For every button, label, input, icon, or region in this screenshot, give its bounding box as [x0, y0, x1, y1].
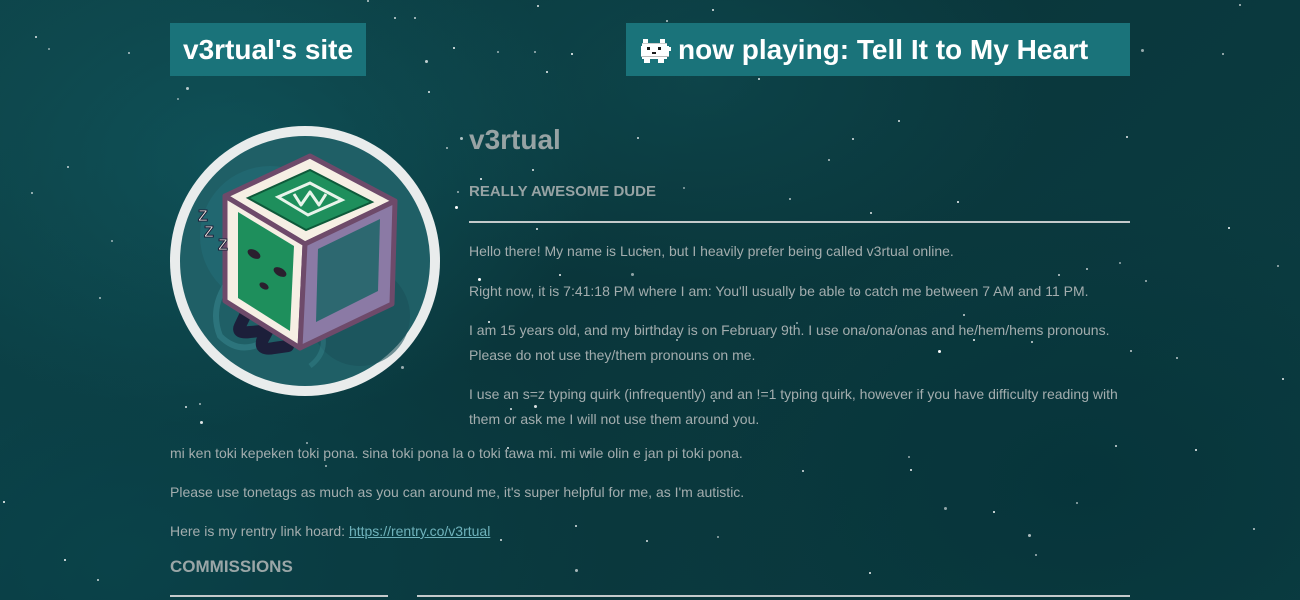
star [177, 98, 179, 100]
sleepy-green-cube-avatar[interactable]: Z Z Z [170, 126, 440, 396]
profile-section: v3rtual REALLY AWESOME DUDE Hello there!… [469, 120, 1130, 432]
star [1141, 49, 1144, 52]
star [200, 421, 203, 424]
intro-paragraph: Hello there! My name is Lucien, but I he… [469, 243, 954, 259]
star [367, 0, 369, 2]
star [534, 51, 536, 53]
star [460, 137, 463, 140]
star [3, 501, 5, 503]
star [199, 403, 201, 405]
star [99, 297, 101, 299]
star [1145, 280, 1147, 282]
star [455, 206, 458, 209]
star [1253, 528, 1255, 530]
star [453, 47, 455, 49]
star [1130, 350, 1132, 352]
svg-text:Z: Z [204, 224, 214, 241]
star [425, 60, 428, 63]
star [712, 9, 714, 11]
star [31, 192, 33, 194]
star [67, 166, 69, 168]
tonetags-paragraph: Please use tonetags as much as you can a… [170, 484, 745, 500]
rentry-paragraph: Here is my rentry link hoard: https://re… [170, 519, 1130, 544]
star [48, 48, 50, 50]
star [414, 17, 416, 19]
star [666, 20, 668, 22]
star [186, 87, 189, 90]
star [111, 240, 113, 242]
star [394, 17, 396, 19]
site-title[interactable]: v3rtual's site [170, 23, 367, 76]
star [546, 71, 548, 73]
star [185, 406, 187, 408]
star [537, 5, 539, 7]
star [1277, 265, 1279, 267]
now-playing-box[interactable]: now playing: Tell It to My Heart [626, 23, 1130, 76]
star [97, 579, 99, 581]
star [1228, 227, 1230, 229]
star [446, 147, 448, 149]
star [457, 191, 459, 193]
rentry-label: Here is my rentry link hoard: [170, 523, 349, 539]
commissions-dividers [170, 595, 1130, 598]
profile-divider [469, 221, 1130, 223]
star [497, 51, 499, 53]
star [1239, 4, 1241, 6]
star [1195, 449, 1197, 451]
pixel-cat-icon [641, 38, 671, 63]
star [1176, 357, 1178, 359]
about-section: mi ken toki kepeken toki pona. sina toki… [170, 441, 1130, 577]
commissions-divider-right [417, 595, 1130, 597]
svg-text:Z: Z [198, 208, 208, 225]
rentry-link[interactable]: https://rentry.co/v3rtual [349, 523, 490, 539]
star [1282, 378, 1284, 380]
star [758, 78, 760, 80]
star [35, 36, 37, 38]
star [64, 559, 66, 561]
age-pronouns-paragraph: I am 15 years old, and my birthday is on… [469, 322, 1110, 363]
profile-name: v3rtual [469, 124, 561, 155]
toki-pona-paragraph: mi ken toki kepeken toki pona. sina toki… [170, 445, 743, 461]
star [571, 53, 573, 55]
now-playing-text: now playing: Tell It to My Heart [678, 34, 1089, 65]
star [428, 91, 430, 93]
time-paragraph: Right now, it is 7:41:18 PM where I am: … [469, 283, 1089, 299]
star [128, 52, 130, 54]
star [1222, 53, 1224, 55]
profile-tagline: REALLY AWESOME DUDE [469, 183, 656, 200]
commissions-heading: COMMISSIONS [170, 557, 293, 576]
commissions-divider-left [170, 595, 388, 597]
typing-quirk-paragraph: I use an s=z typing quirk (infrequently)… [469, 386, 1118, 427]
svg-text:Z: Z [218, 237, 228, 254]
